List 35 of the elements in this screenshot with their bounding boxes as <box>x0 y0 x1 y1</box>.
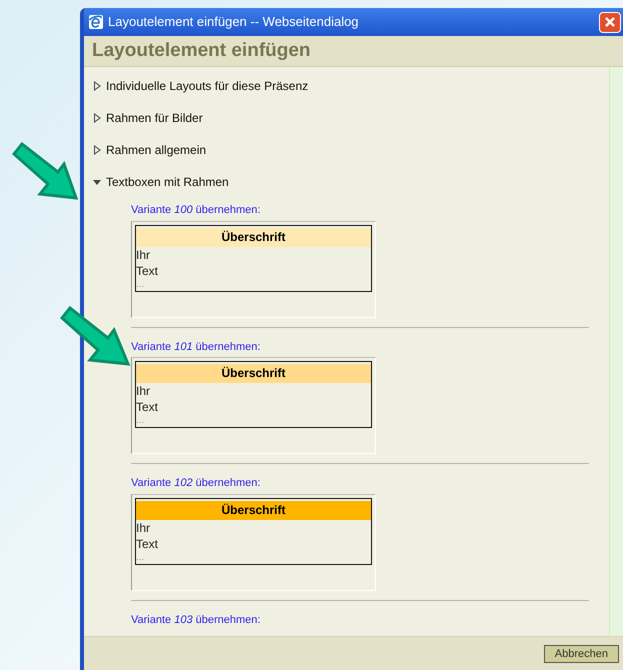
variant-link[interactable]: Variante 103 übernehmen: <box>131 612 589 628</box>
preview-heading: Überschrift <box>136 364 371 383</box>
collapsed-triangle-icon[interactable] <box>92 145 102 155</box>
collapsed-triangle-icon[interactable] <box>92 81 102 91</box>
preview-text: Text <box>136 262 160 278</box>
tree-item[interactable]: Individuelle Layouts für diese Präsenz <box>106 77 308 95</box>
preview-text: Ihr <box>136 383 152 399</box>
preview-text: ... <box>136 415 146 427</box>
window-title: Layoutelement einfügen -- Webseitendialog <box>108 13 359 32</box>
preview-text: Text <box>136 536 160 552</box>
preview-card[interactable]: Überschrift Ihr Text ... <box>131 220 376 318</box>
collapsed-triangle-icon[interactable] <box>92 113 102 123</box>
close-button[interactable] <box>599 12 621 32</box>
expanded-triangle-icon[interactable] <box>92 177 102 187</box>
preview-card[interactable]: Überschrift Ihr Text ... <box>131 494 376 590</box>
preview-text: Text <box>136 399 160 415</box>
variant-link[interactable]: Variante 100 übernehmen: <box>131 202 589 218</box>
annotation-arrow <box>10 142 80 202</box>
variant-link[interactable]: Variante 101 übernehmen: <box>131 338 589 355</box>
preview-heading: Überschrift <box>136 228 371 246</box>
preview-text: Ihr <box>136 520 152 536</box>
preview-text: Ihr <box>136 246 152 262</box>
preview-card[interactable]: Überschrift Ihr Text ... <box>131 357 376 454</box>
scrollbar[interactable] <box>609 67 623 636</box>
preview-text: ... <box>136 552 146 564</box>
preview-text: ... <box>136 278 146 290</box>
tree-item[interactable]: Textboxen mit Rahmen <box>106 173 229 191</box>
cancel-button[interactable]: Abbrechen <box>544 644 619 662</box>
browser-icon <box>88 14 104 30</box>
variant-link[interactable]: Variante 102 übernehmen: <box>131 475 589 492</box>
close-icon <box>604 16 616 28</box>
tree-item[interactable]: Rahmen allgemein <box>106 141 206 159</box>
dialog-heading: Layoutelement einfügen <box>92 38 311 63</box>
preview-heading: Überschrift <box>136 500 371 520</box>
tree-item[interactable]: Rahmen für Bilder <box>106 109 203 127</box>
